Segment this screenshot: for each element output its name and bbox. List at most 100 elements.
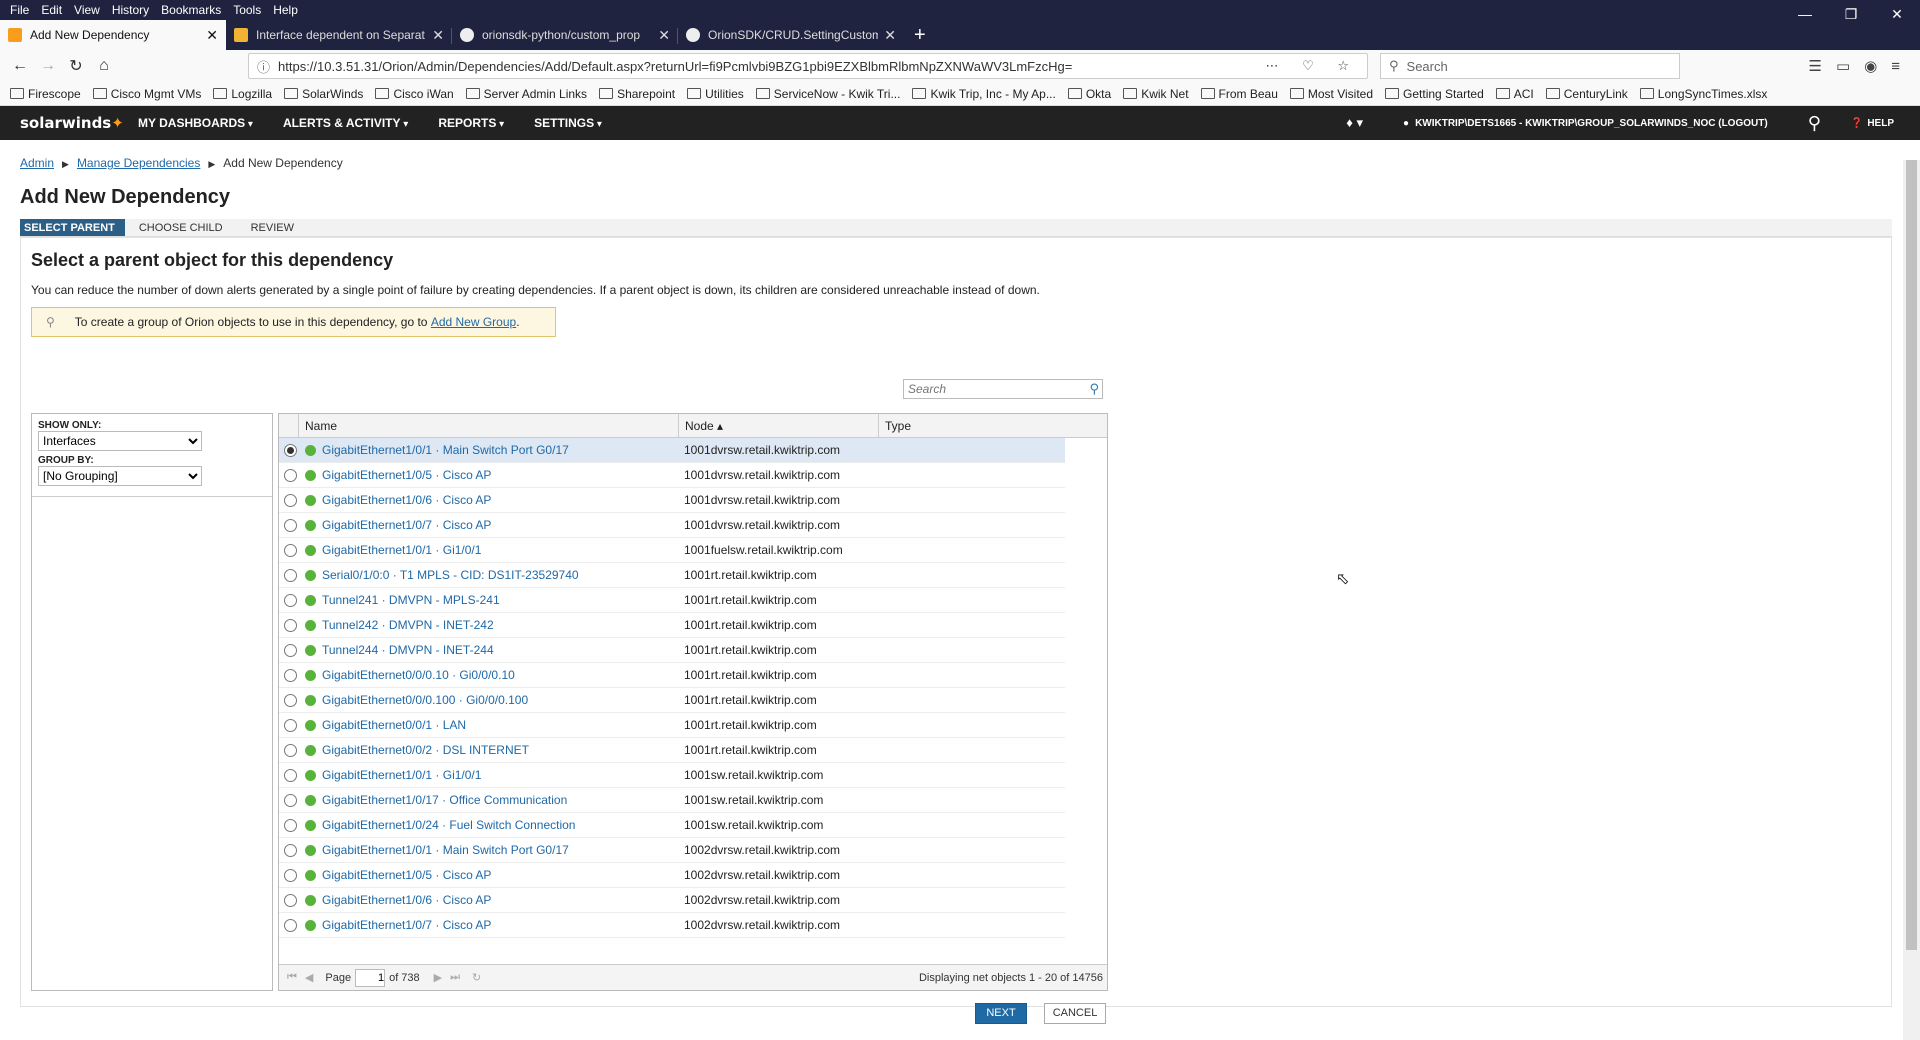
menu-history[interactable]: History <box>106 3 155 17</box>
nav-settings[interactable]: SETTINGS <box>534 116 602 130</box>
scrollbar-thumb[interactable] <box>1906 160 1917 950</box>
bookmark-item[interactable]: SolarWinds <box>284 87 363 101</box>
back-icon[interactable]: ← <box>6 57 34 75</box>
restore-icon[interactable]: ❐ <box>1828 0 1874 30</box>
row-name-link[interactable]: GigabitEthernet1/0/6 · Cisco AP <box>322 493 684 507</box>
tab-close-icon[interactable]: ✕ <box>432 27 444 44</box>
nav-my-dashboards[interactable]: MY DASHBOARDS <box>138 116 253 130</box>
bookmark-item[interactable]: Most Visited <box>1289 87 1373 101</box>
browser-tab-interface-dependent[interactable]: Interface dependent on Separat ✕ <box>226 20 452 50</box>
row-radio[interactable] <box>284 843 297 857</box>
row-radio[interactable] <box>284 818 297 832</box>
row-name-link[interactable]: GigabitEthernet0/0/2 · DSL INTERNET <box>322 743 684 757</box>
column-type[interactable]: Type <box>879 414 1064 437</box>
tab-close-icon[interactable]: ✕ <box>658 27 670 44</box>
prev-page-icon[interactable]: ◀ <box>305 971 313 984</box>
row-name-link[interactable]: GigabitEthernet1/0/7 · Cisco AP <box>322 518 684 532</box>
column-node[interactable]: Node ▴ <box>679 414 879 437</box>
row-name-link[interactable]: Tunnel241 · DMVPN - MPLS-241 <box>322 593 684 607</box>
row-radio[interactable] <box>284 443 297 457</box>
tab-close-icon[interactable]: ✕ <box>206 27 218 44</box>
row-name-link[interactable]: GigabitEthernet0/0/0.100 · Gi0/0/0.100 <box>322 693 684 707</box>
table-row[interactable]: GigabitEthernet0/0/1 · LAN 1001rt.retail.… <box>279 713 1065 738</box>
lock-icon[interactable]: ⓘ <box>257 57 270 76</box>
row-radio[interactable] <box>284 668 297 682</box>
next-button[interactable]: NEXT <box>975 1003 1027 1024</box>
breadcrumb-manage-dependencies[interactable]: Manage Dependencies <box>77 156 200 170</box>
next-page-icon[interactable]: ▶ <box>434 971 442 984</box>
table-row[interactable]: GigabitEthernet1/0/5 · Cisco AP 1001dvrsw… <box>279 463 1065 488</box>
table-row[interactable]: Serial0/1/0:0 · T1 MPLS - CID: DS1IT-235… <box>279 563 1065 588</box>
bookmark-item[interactable]: ACI <box>1495 87 1534 101</box>
row-name-link[interactable]: GigabitEthernet1/0/5 · Cisco AP <box>322 468 684 482</box>
add-new-group-link[interactable]: Add New Group <box>431 315 516 329</box>
new-tab-icon[interactable]: + <box>904 20 936 50</box>
row-radio[interactable] <box>284 618 297 632</box>
row-name-link[interactable]: GigabitEthernet1/0/1 · Gi1/0/1 <box>322 768 684 782</box>
row-radio[interactable] <box>284 868 297 882</box>
row-radio[interactable] <box>284 768 297 782</box>
row-radio[interactable] <box>284 743 297 757</box>
browser-tab-orionsdk-crud[interactable]: OrionSDK/CRUD.SettingCustom ✕ <box>678 20 904 50</box>
bookmark-item[interactable]: Logzilla <box>213 87 272 101</box>
home-icon[interactable]: ⌂ <box>90 57 118 75</box>
solarwinds-logo[interactable]: solarwinds✦ <box>0 114 138 132</box>
row-name-link[interactable]: GigabitEthernet1/0/6 · Cisco AP <box>322 893 684 907</box>
breadcrumb-admin[interactable]: Admin <box>20 156 54 170</box>
table-row[interactable]: GigabitEthernet1/0/7 · Cisco AP 1001dvrsw… <box>279 513 1065 538</box>
bookmark-item[interactable]: Server Admin Links <box>465 87 587 101</box>
table-row[interactable]: Tunnel241 · DMVPN - MPLS-241 1001rt.retai… <box>279 588 1065 613</box>
url-actions[interactable]: ⋯ ♡ ☆ <box>1265 58 1359 74</box>
row-radio[interactable] <box>284 493 297 507</box>
table-row[interactable]: GigabitEthernet1/0/1 · Gi1/0/1 1001fuelsw… <box>279 538 1065 563</box>
bookmark-item[interactable]: Sharepoint <box>599 87 675 101</box>
row-name-link[interactable]: Tunnel244 · DMVPN - INET-244 <box>322 643 684 657</box>
browser-tab-orionsdk-python[interactable]: orionsdk-python/custom_prop ✕ <box>452 20 678 50</box>
table-row[interactable]: GigabitEthernet1/0/7 · Cisco AP 1002dvrsw… <box>279 913 1065 938</box>
table-row[interactable]: GigabitEthernet1/0/6 · Cisco AP 1001dvrsw… <box>279 488 1065 513</box>
row-name-link[interactable]: GigabitEthernet1/0/1 · Gi1/0/1 <box>322 543 684 557</box>
help-link[interactable]: HELP <box>1867 118 1894 129</box>
row-radio[interactable] <box>284 718 297 732</box>
menu-bookmarks[interactable]: Bookmarks <box>155 3 227 17</box>
row-name-link[interactable]: Serial0/1/0:0 · T1 MPLS - CID: DS1IT-235… <box>322 568 684 582</box>
grid-search-input[interactable] <box>904 380 1074 398</box>
bookmark-item[interactable]: Utilities <box>687 87 744 101</box>
show-only-select[interactable]: Interfaces <box>38 431 202 451</box>
row-radio[interactable] <box>284 693 297 707</box>
forward-icon[interactable]: → <box>34 57 62 75</box>
table-row[interactable]: GigabitEthernet1/0/1 · Gi1/0/1 1001sw.ret… <box>279 763 1065 788</box>
table-row[interactable]: GigabitEthernet0/0/0.100 · Gi0/0/0.100 10… <box>279 688 1065 713</box>
row-radio[interactable] <box>284 593 297 607</box>
bookmark-item[interactable]: CenturyLink <box>1545 87 1628 101</box>
row-name-link[interactable]: GigabitEthernet1/0/1 · Main Switch Port … <box>322 843 684 857</box>
bookmark-item[interactable]: Firescope <box>10 87 81 101</box>
row-radio[interactable] <box>284 543 297 557</box>
table-row[interactable]: GigabitEthernet1/0/24 · Fuel Switch Conn… <box>279 813 1065 838</box>
row-name-link[interactable]: GigabitEthernet1/0/7 · Cisco AP <box>322 918 684 932</box>
user-logout-link[interactable]: KWIKTRIP\DETS1665 - KWIKTRIP\GROUP_SOLAR… <box>1415 118 1768 129</box>
page-scrollbar[interactable] <box>1903 160 1920 1040</box>
menu-edit[interactable]: Edit <box>35 3 68 17</box>
bookmark-item[interactable]: Cisco Mgmt VMs <box>92 87 201 101</box>
row-name-link[interactable]: GigabitEthernet0/0/1 · LAN <box>322 718 684 732</box>
close-window-icon[interactable]: ✕ <box>1874 0 1920 30</box>
column-name[interactable]: Name <box>299 414 679 437</box>
table-row[interactable]: GigabitEthernet1/0/1 · Main Switch Port … <box>279 438 1065 463</box>
row-radio[interactable] <box>284 468 297 482</box>
bookmark-item[interactable]: Okta <box>1067 87 1111 101</box>
table-row[interactable]: GigabitEthernet1/0/17 · Office Communica… <box>279 788 1065 813</box>
bookmark-item[interactable]: Kwik Net <box>1123 87 1189 101</box>
bookmark-item[interactable]: Cisco iWan <box>375 87 454 101</box>
row-name-link[interactable]: GigabitEthernet1/0/17 · Office Communica… <box>322 793 684 807</box>
tab-close-icon[interactable]: ✕ <box>884 27 896 44</box>
nav-alerts-activity[interactable]: ALERTS & ACTIVITY <box>283 116 408 130</box>
table-row[interactable]: Tunnel244 · DMVPN - INET-244 1001rt.retai… <box>279 638 1065 663</box>
first-page-icon[interactable]: ⏮ <box>287 971 297 984</box>
row-radio[interactable] <box>284 893 297 907</box>
row-radio[interactable] <box>284 918 297 932</box>
row-name-link[interactable]: Tunnel242 · DMVPN - INET-242 <box>322 618 684 632</box>
url-bar[interactable]: ⓘ https://10.3.51.31/Orion/Admin/Depende… <box>248 53 1368 79</box>
table-row[interactable]: Tunnel242 · DMVPN - INET-242 1001rt.retai… <box>279 613 1065 638</box>
bookmark-item[interactable]: LongSyncTimes.xlsx <box>1639 87 1767 101</box>
